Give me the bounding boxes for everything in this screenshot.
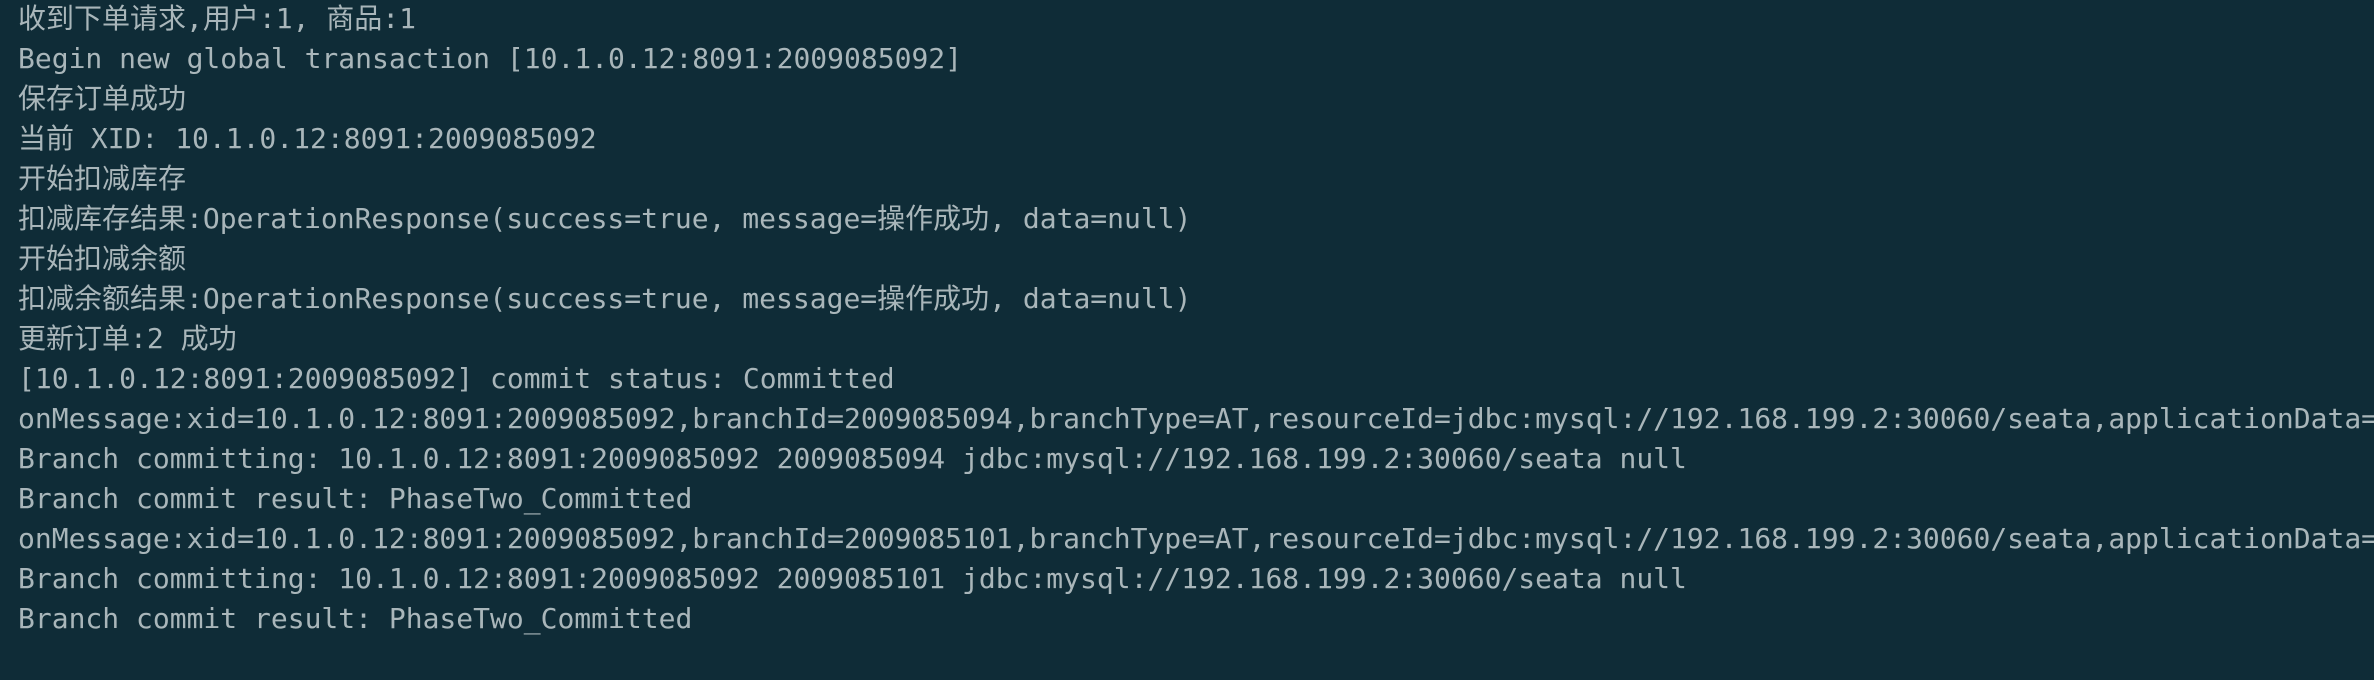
log-line-order-updated: 更新订单:2 成功 (18, 322, 237, 355)
log-line-stock-deduct-result: 扣减库存结果:OperationResponse(success=true, m… (18, 202, 1192, 235)
log-line-start-stock-deduct: 开始扣减库存 (18, 162, 187, 195)
log-line-balance-deduct-result: 扣减余额结果:OperationResponse(success=true, m… (18, 282, 1192, 315)
terminal-output: 收到下单请求,用户:1, 商品:1 Begin new global trans… (18, 0, 2374, 640)
terminal-window[interactable]: 收到下单请求,用户:1, 商品:1 Begin new global trans… (0, 0, 2374, 680)
log-line-order-saved: 保存订单成功 (18, 82, 187, 115)
log-line-branch-commit-result-1: Branch commit result: PhaseTwo_Committed (18, 482, 693, 515)
log-line-current-xid: 当前 XID: 10.1.0.12:8091:2009085092 (18, 122, 597, 155)
log-line-order-request: 收到下单请求,用户:1, 商品:1 (18, 2, 417, 35)
log-line-on-message-2: onMessage:xid=10.1.0.12:8091:2009085092,… (18, 522, 2374, 555)
log-line-branch-committing-2: Branch committing: 10.1.0.12:8091:200908… (18, 562, 1687, 595)
log-line-branch-committing-1: Branch committing: 10.1.0.12:8091:200908… (18, 442, 1687, 475)
log-line-on-message-1: onMessage:xid=10.1.0.12:8091:2009085092,… (18, 402, 2374, 435)
log-line-commit-status: [10.1.0.12:8091:2009085092] commit statu… (18, 362, 895, 395)
log-line-begin-transaction: Begin new global transaction [10.1.0.12:… (18, 42, 963, 75)
log-line-start-balance-deduct: 开始扣减余额 (18, 242, 187, 275)
log-line-branch-commit-result-2: Branch commit result: PhaseTwo_Committed (18, 602, 693, 635)
